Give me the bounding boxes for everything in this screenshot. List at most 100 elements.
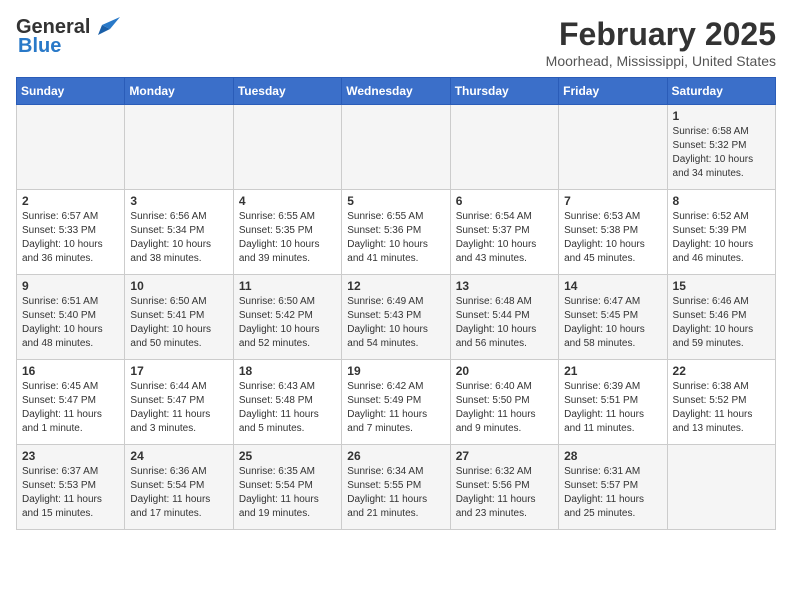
day-info: Sunrise: 6:57 AM Sunset: 5:33 PM Dayligh… <box>22 210 119 266</box>
calendar-cell: 6 Sunrise: 6:54 AM Sunset: 5:37 PM Daylig… <box>450 190 558 275</box>
day-info: Sunrise: 6:49 AM Sunset: 5:43 PM Dayligh… <box>347 295 444 351</box>
day-number: 28 <box>564 449 661 463</box>
day-info: Sunrise: 6:39 AM Sunset: 5:51 PM Dayligh… <box>564 380 661 436</box>
calendar-cell: 16 Sunrise: 6:45 AM Sunset: 5:47 PM Dayli… <box>17 360 125 445</box>
calendar-cell: 23 Sunrise: 6:37 AM Sunset: 5:53 PM Dayli… <box>17 445 125 530</box>
calendar-cell: 28 Sunrise: 6:31 AM Sunset: 5:57 PM Dayli… <box>559 445 667 530</box>
day-info: Sunrise: 6:52 AM Sunset: 5:39 PM Dayligh… <box>673 210 770 266</box>
day-number: 27 <box>456 449 553 463</box>
day-number: 5 <box>347 194 444 208</box>
day-number: 1 <box>673 109 770 123</box>
col-header-thursday: Thursday <box>450 78 558 105</box>
day-info: Sunrise: 6:48 AM Sunset: 5:44 PM Dayligh… <box>456 295 553 351</box>
day-number: 4 <box>239 194 336 208</box>
calendar-cell <box>233 105 341 190</box>
calendar-cell: 1 Sunrise: 6:58 AM Sunset: 5:32 PM Daylig… <box>667 105 775 190</box>
day-number: 19 <box>347 364 444 378</box>
calendar-cell: 12 Sunrise: 6:49 AM Sunset: 5:43 PM Dayli… <box>342 275 450 360</box>
col-header-friday: Friday <box>559 78 667 105</box>
calendar-cell: 7 Sunrise: 6:53 AM Sunset: 5:38 PM Daylig… <box>559 190 667 275</box>
calendar-cell: 14 Sunrise: 6:47 AM Sunset: 5:45 PM Dayli… <box>559 275 667 360</box>
logo: General Blue <box>16 16 120 58</box>
day-info: Sunrise: 6:55 AM Sunset: 5:35 PM Dayligh… <box>239 210 336 266</box>
calendar-cell: 8 Sunrise: 6:52 AM Sunset: 5:39 PM Daylig… <box>667 190 775 275</box>
calendar-cell <box>17 105 125 190</box>
day-number: 24 <box>130 449 227 463</box>
calendar-week-row: 23 Sunrise: 6:37 AM Sunset: 5:53 PM Dayli… <box>17 445 776 530</box>
day-number: 11 <box>239 279 336 293</box>
day-info: Sunrise: 6:50 AM Sunset: 5:41 PM Dayligh… <box>130 295 227 351</box>
day-info: Sunrise: 6:31 AM Sunset: 5:57 PM Dayligh… <box>564 465 661 521</box>
calendar-header-row: SundayMondayTuesdayWednesdayThursdayFrid… <box>17 78 776 105</box>
calendar-cell: 3 Sunrise: 6:56 AM Sunset: 5:34 PM Daylig… <box>125 190 233 275</box>
calendar-cell <box>342 105 450 190</box>
calendar-cell <box>125 105 233 190</box>
calendar-cell: 24 Sunrise: 6:36 AM Sunset: 5:54 PM Dayli… <box>125 445 233 530</box>
day-number: 10 <box>130 279 227 293</box>
day-info: Sunrise: 6:37 AM Sunset: 5:53 PM Dayligh… <box>22 465 119 521</box>
location: Moorhead, Mississippi, United States <box>546 53 776 69</box>
calendar-cell: 25Sunrise: 6:35 AM Sunset: 5:54 PM Dayli… <box>233 445 341 530</box>
calendar-week-row: 1 Sunrise: 6:58 AM Sunset: 5:32 PM Daylig… <box>17 105 776 190</box>
month-title: February 2025 <box>546 16 776 53</box>
day-info: Sunrise: 6:43 AM Sunset: 5:48 PM Dayligh… <box>239 380 336 436</box>
calendar-cell: 18 Sunrise: 6:43 AM Sunset: 5:48 PM Dayli… <box>233 360 341 445</box>
day-info: Sunrise: 6:46 AM Sunset: 5:46 PM Dayligh… <box>673 295 770 351</box>
day-info: Sunrise: 6:32 AM Sunset: 5:56 PM Dayligh… <box>456 465 553 521</box>
day-info: Sunrise: 6:58 AM Sunset: 5:32 PM Dayligh… <box>673 125 770 181</box>
day-info: Sunrise: 6:53 AM Sunset: 5:38 PM Dayligh… <box>564 210 661 266</box>
day-number: 14 <box>564 279 661 293</box>
col-header-wednesday: Wednesday <box>342 78 450 105</box>
day-number: 23 <box>22 449 119 463</box>
calendar-week-row: 2 Sunrise: 6:57 AM Sunset: 5:33 PM Daylig… <box>17 190 776 275</box>
calendar-cell: 15Sunrise: 6:46 AM Sunset: 5:46 PM Dayli… <box>667 275 775 360</box>
col-header-monday: Monday <box>125 78 233 105</box>
day-number: 21 <box>564 364 661 378</box>
calendar-cell <box>667 445 775 530</box>
day-info: Sunrise: 6:36 AM Sunset: 5:54 PM Dayligh… <box>130 465 227 521</box>
calendar-cell: 10 Sunrise: 6:50 AM Sunset: 5:41 PM Dayli… <box>125 275 233 360</box>
calendar-table: SundayMondayTuesdayWednesdayThursdayFrid… <box>16 77 776 530</box>
calendar-cell <box>450 105 558 190</box>
day-number: 17 <box>130 364 227 378</box>
day-info: Sunrise: 6:56 AM Sunset: 5:34 PM Dayligh… <box>130 210 227 266</box>
col-header-saturday: Saturday <box>667 78 775 105</box>
day-info: Sunrise: 6:38 AM Sunset: 5:52 PM Dayligh… <box>673 380 770 436</box>
calendar-cell: 2 Sunrise: 6:57 AM Sunset: 5:33 PM Daylig… <box>17 190 125 275</box>
day-number: 9 <box>22 279 119 293</box>
day-number: 12 <box>347 279 444 293</box>
day-info: Sunrise: 6:47 AM Sunset: 5:45 PM Dayligh… <box>564 295 661 351</box>
title-block: February 2025 Moorhead, Mississippi, Uni… <box>546 16 776 69</box>
day-number: 20 <box>456 364 553 378</box>
calendar-week-row: 9 Sunrise: 6:51 AM Sunset: 5:40 PM Daylig… <box>17 275 776 360</box>
day-number: 7 <box>564 194 661 208</box>
day-info: Sunrise: 6:55 AM Sunset: 5:36 PM Dayligh… <box>347 210 444 266</box>
day-number: 2 <box>22 194 119 208</box>
day-info: Sunrise: 6:50 AM Sunset: 5:42 PM Dayligh… <box>239 295 336 351</box>
day-info: Sunrise: 6:40 AM Sunset: 5:50 PM Dayligh… <box>456 380 553 436</box>
day-info: Sunrise: 6:51 AM Sunset: 5:40 PM Dayligh… <box>22 295 119 351</box>
day-number: 3 <box>130 194 227 208</box>
day-number: 25 <box>239 449 336 463</box>
col-header-sunday: Sunday <box>17 78 125 105</box>
calendar-cell: 21 Sunrise: 6:39 AM Sunset: 5:51 PM Dayli… <box>559 360 667 445</box>
logo-blue: Blue <box>18 35 61 58</box>
calendar-cell: 17Sunrise: 6:44 AM Sunset: 5:47 PM Dayli… <box>125 360 233 445</box>
calendar-cell: 19 Sunrise: 6:42 AM Sunset: 5:49 PM Dayli… <box>342 360 450 445</box>
calendar-cell: 9 Sunrise: 6:51 AM Sunset: 5:40 PM Daylig… <box>17 275 125 360</box>
day-info: Sunrise: 6:34 AM Sunset: 5:55 PM Dayligh… <box>347 465 444 521</box>
calendar-cell: 5 Sunrise: 6:55 AM Sunset: 5:36 PM Daylig… <box>342 190 450 275</box>
day-number: 18 <box>239 364 336 378</box>
calendar-cell: 13Sunrise: 6:48 AM Sunset: 5:44 PM Dayli… <box>450 275 558 360</box>
calendar-cell: 11 Sunrise: 6:50 AM Sunset: 5:42 PM Dayli… <box>233 275 341 360</box>
calendar-cell: 4 Sunrise: 6:55 AM Sunset: 5:35 PM Daylig… <box>233 190 341 275</box>
calendar-cell: 27 Sunrise: 6:32 AM Sunset: 5:56 PM Dayli… <box>450 445 558 530</box>
day-number: 8 <box>673 194 770 208</box>
day-number: 16 <box>22 364 119 378</box>
calendar-week-row: 16 Sunrise: 6:45 AM Sunset: 5:47 PM Dayli… <box>17 360 776 445</box>
day-number: 6 <box>456 194 553 208</box>
day-info: Sunrise: 6:42 AM Sunset: 5:49 PM Dayligh… <box>347 380 444 436</box>
day-info: Sunrise: 6:45 AM Sunset: 5:47 PM Dayligh… <box>22 380 119 436</box>
col-header-tuesday: Tuesday <box>233 78 341 105</box>
day-info: Sunrise: 6:54 AM Sunset: 5:37 PM Dayligh… <box>456 210 553 266</box>
